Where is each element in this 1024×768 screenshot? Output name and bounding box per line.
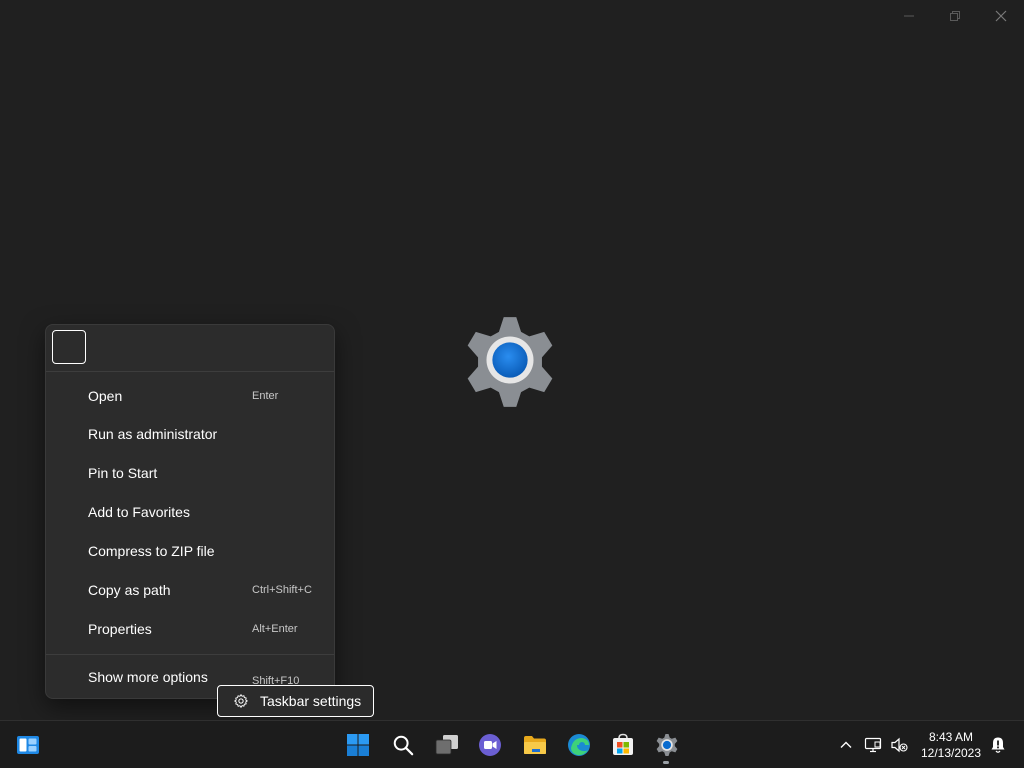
maximize-button[interactable]	[932, 0, 978, 32]
menu-item-label: Pin to Start	[88, 464, 158, 481]
start-icon[interactable]	[346, 733, 370, 757]
quick-action-button[interactable]	[52, 330, 86, 364]
menu-item-add-to-favorites[interactable]: Add to Favorites	[46, 492, 334, 531]
menu-item-label: Copy as path	[88, 581, 171, 598]
window-controls	[886, 0, 1024, 32]
task-view-icon[interactable]	[435, 733, 459, 757]
menu-item-label: Run as administrator	[88, 425, 218, 442]
system-clock[interactable]: 8:43 AM 12/13/2023	[918, 729, 984, 761]
gear-icon	[232, 693, 249, 710]
menu-separator	[46, 654, 334, 655]
menu-item-label: Show more options	[88, 668, 208, 685]
volume-muted-icon[interactable]	[887, 733, 911, 757]
menu-item-pin-to-start[interactable]: Pin to Start	[46, 453, 334, 492]
network-icon[interactable]	[861, 733, 885, 757]
menu-item-label: Add to Favorites	[88, 503, 190, 520]
menu-item-label: Open	[88, 387, 123, 404]
taskbar-settings-label: Taskbar settings	[260, 693, 362, 709]
context-menu: Open Enter Run as administrator Pin to S…	[45, 324, 335, 699]
context-menu-quick-actions	[46, 325, 334, 372]
teams-chat-icon[interactable]	[478, 733, 502, 757]
taskbar: 8:43 AM 12/13/2023	[0, 720, 1024, 768]
settings-icon[interactable]	[655, 733, 679, 757]
menu-item-label: Compress to ZIP file	[88, 542, 215, 559]
taskbar-settings-item[interactable]: Taskbar settings	[217, 685, 374, 717]
search-icon[interactable]	[391, 733, 415, 757]
store-icon[interactable]	[611, 733, 635, 757]
minimize-button[interactable]	[886, 0, 932, 32]
restore-icon	[950, 11, 960, 21]
menu-item-properties[interactable]: Properties Alt+Enter	[46, 609, 334, 648]
menu-item-shortcut: Alt+Enter	[252, 622, 298, 635]
close-icon	[995, 10, 1007, 22]
menu-item-copy-as-path[interactable]: Copy as path Ctrl+Shift+C	[46, 570, 334, 609]
clock-date: 12/13/2023	[920, 746, 982, 760]
menu-item-label: Properties	[88, 620, 152, 637]
minimize-icon	[904, 15, 914, 17]
settings-gear-icon	[467, 317, 553, 407]
clock-time: 8:43 AM	[928, 730, 974, 744]
menu-item-run-as-administrator[interactable]: Run as administrator	[46, 414, 334, 453]
menu-item-shortcut: Enter	[252, 389, 279, 402]
chevron-up-icon[interactable]	[834, 733, 858, 757]
running-indicator	[663, 761, 669, 764]
menu-item-open[interactable]: Open Enter	[46, 376, 334, 415]
notification-icon[interactable]	[986, 733, 1010, 757]
edge-icon[interactable]	[567, 733, 591, 757]
widgets-icon[interactable]	[16, 733, 40, 757]
close-button[interactable]	[978, 0, 1024, 32]
menu-item-shortcut: Ctrl+Shift+C	[252, 583, 312, 596]
file-explorer-icon[interactable]	[523, 733, 547, 757]
menu-item-compress-to-zip[interactable]: Compress to ZIP file	[46, 531, 334, 570]
